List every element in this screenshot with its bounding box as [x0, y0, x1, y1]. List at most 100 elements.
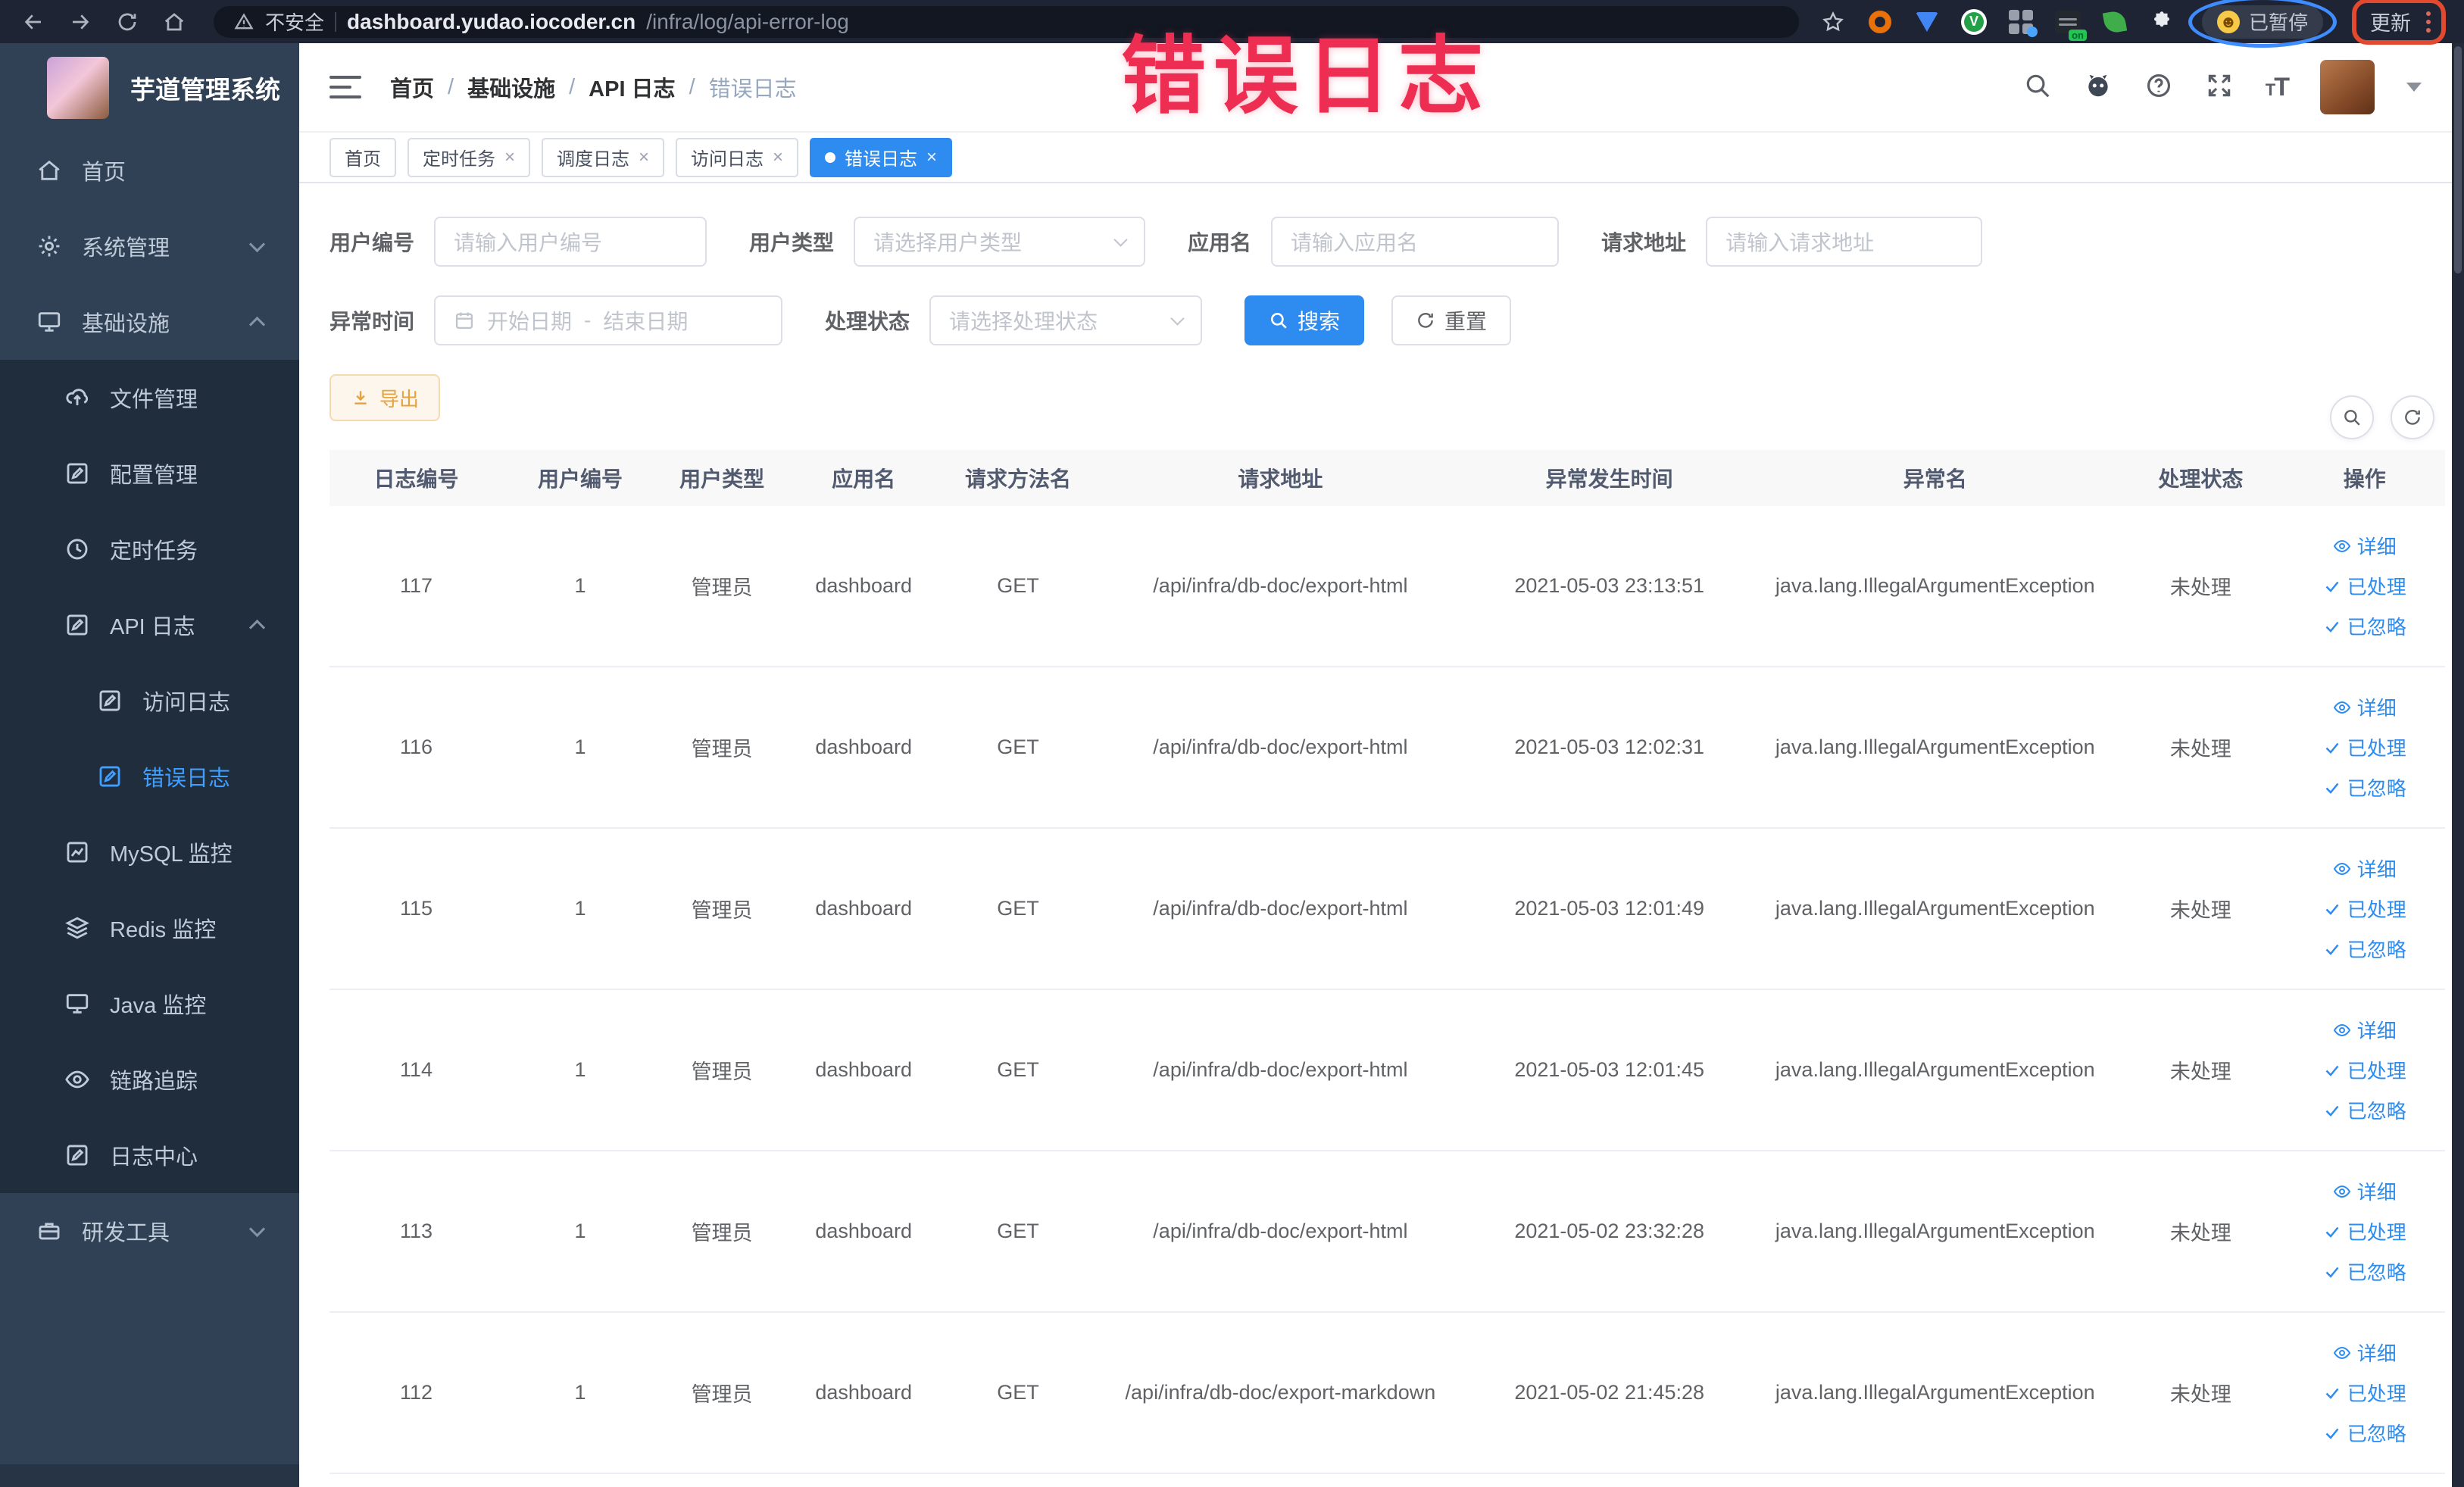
chevron-down-icon [1113, 232, 1128, 247]
search-button[interactable]: 搜索 [1244, 295, 1365, 345]
cell-method: GET [997, 897, 1039, 920]
cell-app-name: dashboard [815, 574, 912, 597]
reset-button[interactable]: 重置 [1391, 295, 1512, 345]
mark-ignored-link[interactable]: 已忽略 [2323, 773, 2406, 801]
user-avatar[interactable] [2320, 60, 2375, 114]
close-icon[interactable]: × [639, 148, 649, 167]
mark-processed-link[interactable]: 已处理 [2323, 733, 2406, 761]
check-icon [2325, 742, 2339, 754]
sidebar-item-scheduled-jobs[interactable]: 定时任务 [0, 511, 299, 587]
extension-grid-icon[interactable] [2006, 8, 2038, 37]
browser-home-button[interactable] [155, 5, 194, 39]
breadcrumb-infrastructure[interactable]: 基础设施 [467, 71, 555, 103]
tampermonkey-paused-badge[interactable]: ☻ 已暂停 [2188, 0, 2337, 48]
mark-processed-link[interactable]: 已处理 [2323, 1217, 2406, 1245]
address-bar[interactable]: 不安全 dashboard.yudao.iocoder.cn/infra/log… [214, 5, 1799, 38]
mark-processed-link[interactable]: 已处理 [2323, 1379, 2406, 1407]
cell-method: GET [997, 1058, 1039, 1081]
help-question-icon[interactable] [2144, 71, 2173, 104]
font-size-icon[interactable]: TT [2266, 73, 2290, 102]
breadcrumb-api-log[interactable]: API 日志 [589, 71, 675, 103]
table-toolbar: 导出 [329, 374, 2445, 439]
export-button[interactable]: 导出 [329, 374, 441, 421]
detail-link[interactable]: 详细 [2333, 854, 2397, 883]
extension-orange-ring-icon[interactable] [1866, 8, 1894, 36]
sidebar-item-trace[interactable]: 链路追踪 [0, 1042, 299, 1117]
mark-ignored-link[interactable]: 已忽略 [2323, 1419, 2406, 1447]
browser-reload-button[interactable] [108, 5, 147, 39]
extension-blue-shield-icon[interactable] [1913, 8, 1941, 36]
user-type-select[interactable]: 请选择用户类型 [854, 217, 1146, 267]
tab-schedule-log[interactable]: 调度日志 × [542, 137, 665, 177]
app-name-label: 应用名 [1188, 231, 1252, 255]
fullscreen-icon[interactable] [2205, 71, 2234, 104]
request-url-input[interactable]: 请输入请求地址 [1706, 217, 1983, 267]
row-actions: 详细 已处理 已忽略 [2291, 1339, 2439, 1447]
mark-ignored-link[interactable]: 已忽略 [2323, 612, 2406, 640]
mark-ignored-link[interactable]: 已忽略 [2323, 1096, 2406, 1124]
sidebar-logo[interactable]: 芋道管理系统 [0, 43, 299, 133]
sidebar-item-file-management[interactable]: 文件管理 [0, 360, 299, 436]
browser-update-button[interactable]: 更新 [2352, 0, 2446, 45]
github-icon[interactable] [2084, 71, 2113, 104]
extension-on-switch-icon[interactable]: on [2053, 8, 2087, 41]
sidebar-item-access-log[interactable]: 访问日志 [0, 663, 299, 739]
sidebar-item-error-log[interactable]: 错误日志 [0, 739, 299, 814]
detail-link[interactable]: 详细 [2333, 1016, 2397, 1044]
detail-link[interactable]: 详细 [2333, 1339, 2397, 1367]
mark-processed-link[interactable]: 已处理 [2323, 572, 2406, 600]
toggle-search-button[interactable] [2330, 395, 2374, 439]
browser-scrollbar[interactable] [2452, 43, 2464, 1487]
browser-forward-button[interactable] [61, 5, 100, 39]
close-icon[interactable]: × [773, 148, 783, 167]
address-divider [335, 11, 337, 32]
detail-link[interactable]: 详细 [2333, 1177, 2397, 1205]
sidebar-toggle-hamburger-icon[interactable] [329, 76, 361, 98]
edit-icon [99, 766, 120, 787]
mark-processed-link[interactable]: 已处理 [2323, 895, 2406, 923]
scrollbar-thumb[interactable] [2454, 46, 2462, 273]
close-icon[interactable]: × [504, 148, 515, 167]
extensions-puzzle-icon[interactable] [2147, 8, 2176, 36]
mark-processed-link[interactable]: 已处理 [2323, 1056, 2406, 1084]
tab-home[interactable]: 首页 [329, 137, 396, 177]
tab-scheduled-jobs[interactable]: 定时任务 × [408, 137, 531, 177]
cell-user-type: 管理员 [691, 1222, 753, 1245]
detail-link[interactable]: 详细 [2333, 693, 2397, 721]
extension-leaf-icon[interactable] [2100, 8, 2129, 36]
header-search-icon[interactable] [2023, 71, 2052, 104]
sidebar-item-mysql-monitor[interactable]: MySQL 监控 [0, 814, 299, 890]
tab-error-log[interactable]: 错误日志 × [810, 137, 953, 177]
sidebar-item-redis-monitor[interactable]: Redis 监控 [0, 890, 299, 966]
mark-ignored-link[interactable]: 已忽略 [2323, 1257, 2406, 1286]
tab-access-log[interactable]: 访问日志 × [676, 137, 799, 177]
extension-green-v-icon[interactable]: V [1960, 8, 1988, 36]
browser-back-button[interactable] [14, 5, 53, 39]
user-id-input[interactable]: 请输入用户编号 [434, 217, 707, 267]
sidebar-item-system-management[interactable]: 系统管理 [0, 208, 299, 284]
sidebar-item-home[interactable]: 首页 [0, 133, 299, 208]
user-menu-caret-icon[interactable] [2406, 83, 2422, 92]
logo-avatar [47, 57, 109, 119]
sidebar-item-log-center[interactable]: 日志中心 [0, 1117, 299, 1193]
app-name-input[interactable]: 请输入应用名 [1271, 217, 1560, 267]
sidebar-item-api-log[interactable]: API 日志 [0, 587, 299, 663]
check-icon [2325, 621, 2339, 633]
sidebar-item-java-monitor[interactable]: Java 监控 [0, 966, 299, 1042]
sidebar-item-config-management[interactable]: 配置管理 [0, 436, 299, 511]
browser-menu-kebab-icon[interactable] [2426, 11, 2431, 33]
sidebar-item-infrastructure[interactable]: 基础设施 [0, 284, 299, 360]
refresh-table-button[interactable] [2391, 395, 2434, 439]
exception-time-range-picker[interactable]: 开始日期 - 结束日期 [434, 295, 783, 345]
row-actions: 详细 已处理 已忽略 [2291, 532, 2439, 640]
mark-ignored-link[interactable]: 已忽略 [2323, 935, 2406, 963]
close-icon[interactable]: × [926, 148, 937, 167]
process-status-select[interactable]: 请选择处理状态 [929, 295, 1203, 345]
sidebar-item-dev-tools[interactable]: 研发工具 [0, 1193, 299, 1269]
edit-icon [67, 1145, 88, 1166]
breadcrumb-error-log: 错误日志 [708, 77, 797, 102]
cell-log-id: 117 [399, 574, 433, 597]
detail-link[interactable]: 详细 [2333, 532, 2397, 560]
bookmark-star-icon[interactable] [1819, 8, 1847, 36]
breadcrumb-home[interactable]: 首页 [390, 71, 434, 103]
